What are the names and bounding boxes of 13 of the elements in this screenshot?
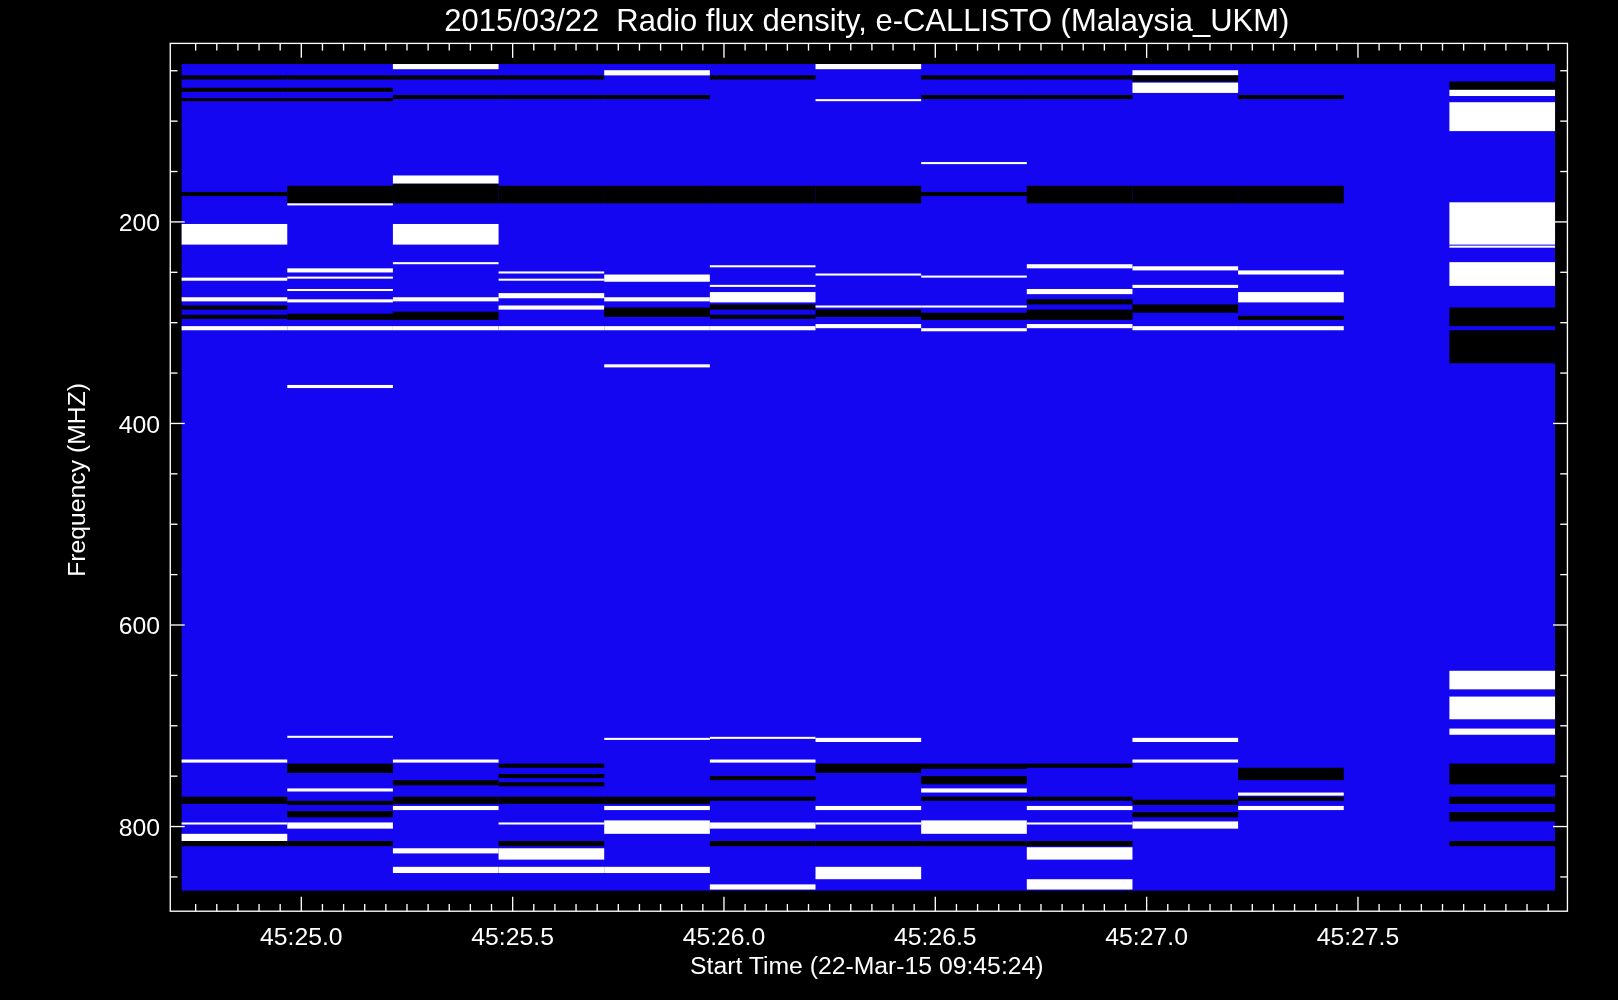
tick-label: 200 xyxy=(118,209,160,237)
axis-title: Start Time (22-Mar-15 09:45:24) xyxy=(690,952,1044,980)
tick-label: 45:25.0 xyxy=(260,923,343,951)
tick-label: 800 xyxy=(118,813,160,841)
tick-label: 45:26.0 xyxy=(682,923,766,951)
tick-label: 45:27.0 xyxy=(1105,923,1188,951)
tick-label: 45:26.5 xyxy=(894,923,977,951)
tick-label: 600 xyxy=(118,612,160,640)
axis-title: Frequency (MHZ) xyxy=(62,382,90,577)
tick-label: 45:25.5 xyxy=(471,923,554,951)
tick-label: 400 xyxy=(118,410,160,438)
plot-title: 2015/03/22 Radio flux density, e-CALLISTO (Malaysia_UKM) xyxy=(444,3,1290,38)
tick-label: 45:27.5 xyxy=(1316,923,1400,951)
